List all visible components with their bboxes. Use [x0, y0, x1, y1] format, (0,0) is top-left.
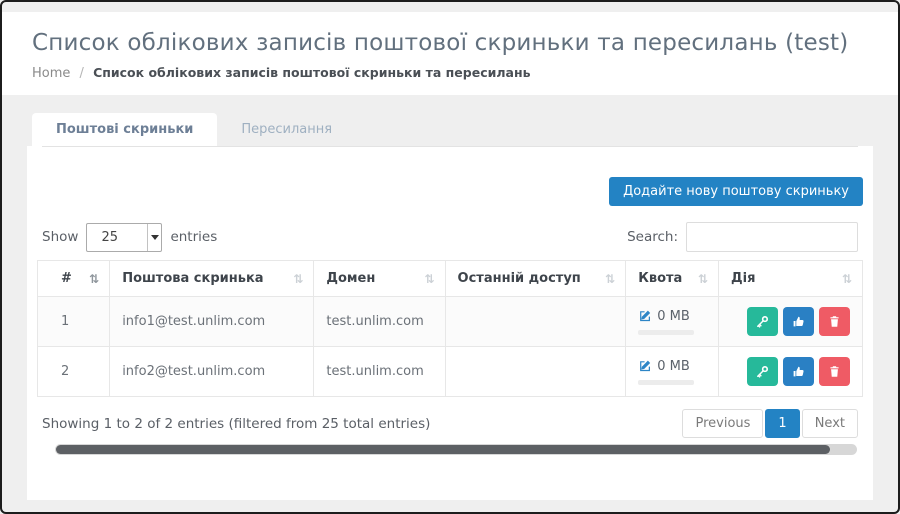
column-header-number[interactable]: #⇅: [38, 261, 110, 297]
tab-mailboxes[interactable]: Поштові скриньки: [32, 113, 217, 146]
delete-button[interactable]: [819, 357, 850, 386]
tab-bar: Поштові скриньки Пересилання: [27, 113, 873, 146]
sort-icon[interactable]: ⇅: [424, 272, 434, 286]
last-access-value: [445, 297, 626, 347]
edit-quota-icon[interactable]: [638, 359, 652, 373]
quota-cell: 0 MB: [626, 297, 719, 347]
horizontal-scrollbar[interactable]: [55, 444, 857, 455]
row-number: 2: [38, 347, 110, 397]
quota-value: 0 MB: [657, 359, 690, 374]
thumbs-up-icon: [792, 365, 805, 378]
quota-progress-bar: [638, 380, 694, 385]
action-cell: [719, 347, 863, 397]
domain-name: test.unlim.com: [314, 297, 445, 347]
column-header-last-access[interactable]: Останній доступ⇅: [445, 261, 626, 297]
domain-name: test.unlim.com: [314, 347, 445, 397]
breadcrumb-current: Список облікових записів поштової скринь…: [93, 65, 530, 80]
pagination: Previous 1 Next: [682, 409, 858, 438]
show-label: Show: [42, 229, 78, 245]
mailboxes-panel: Додайте нову поштову скриньку Show 25 en…: [27, 146, 873, 500]
key-icon: [756, 365, 769, 378]
quota-value: 0 MB: [657, 309, 690, 324]
approve-button[interactable]: [783, 357, 814, 386]
pagination-next-button[interactable]: Next: [802, 409, 858, 438]
page-length-select[interactable]: 25: [86, 223, 162, 252]
password-key-button[interactable]: [747, 357, 778, 386]
panel-divider: [42, 146, 858, 163]
trash-icon: [828, 315, 841, 328]
page-title: Список облікових записів поштової скринь…: [32, 30, 868, 56]
breadcrumb-home-link[interactable]: Home: [32, 66, 70, 81]
pagination-previous-button[interactable]: Previous: [682, 409, 763, 438]
add-mailbox-button[interactable]: Додайте нову поштову скриньку: [609, 177, 863, 206]
quota-cell: 0 MB: [626, 347, 719, 397]
key-icon: [756, 315, 769, 328]
column-header-quota[interactable]: Квота⇅: [626, 261, 719, 297]
search-input[interactable]: [686, 222, 858, 252]
trash-icon: [828, 365, 841, 378]
table-header-row: #⇅ Поштова скринька⇅ Домен⇅ Останній дос…: [38, 261, 863, 297]
delete-button[interactable]: [819, 307, 850, 336]
entries-label: entries: [170, 229, 217, 245]
sort-icon[interactable]: ⇅: [89, 272, 99, 286]
quota-progress-bar: [638, 330, 694, 335]
breadcrumb-separator: /: [80, 66, 84, 81]
search-label: Search:: [627, 229, 678, 245]
thumbs-up-icon: [792, 315, 805, 328]
table-row: 1 info1@test.unlim.com test.unlim.com 0 …: [38, 297, 863, 347]
last-access-value: [445, 347, 626, 397]
sort-icon[interactable]: ⇅: [842, 272, 852, 286]
mailboxes-table: #⇅ Поштова скринька⇅ Домен⇅ Останній дос…: [37, 260, 863, 397]
table-info-text: Showing 1 to 2 of 2 entries (filtered fr…: [42, 416, 430, 432]
edit-quota-icon[interactable]: [638, 309, 652, 323]
sort-icon[interactable]: ⇅: [698, 272, 708, 286]
table-row: 2 info2@test.unlim.com test.unlim.com 0 …: [38, 347, 863, 397]
column-header-domain[interactable]: Домен⇅: [314, 261, 445, 297]
column-header-action[interactable]: Дія⇅: [719, 261, 863, 297]
mailbox-address: info2@test.unlim.com: [110, 347, 314, 397]
pagination-page-1-button[interactable]: 1: [765, 409, 799, 438]
row-number: 1: [38, 297, 110, 347]
mailbox-address: info1@test.unlim.com: [110, 297, 314, 347]
approve-button[interactable]: [783, 307, 814, 336]
horizontal-scrollbar-thumb[interactable]: [56, 445, 830, 454]
password-key-button[interactable]: [747, 307, 778, 336]
page-header: Список облікових записів поштової скринь…: [2, 12, 898, 95]
sort-icon[interactable]: ⇅: [605, 272, 615, 286]
action-cell: [719, 297, 863, 347]
tab-forwardings[interactable]: Пересилання: [217, 113, 356, 146]
column-header-mailbox[interactable]: Поштова скринька⇅: [110, 261, 314, 297]
sort-icon[interactable]: ⇅: [293, 272, 303, 286]
breadcrumb: Home / Список облікових записів поштової…: [32, 65, 868, 81]
